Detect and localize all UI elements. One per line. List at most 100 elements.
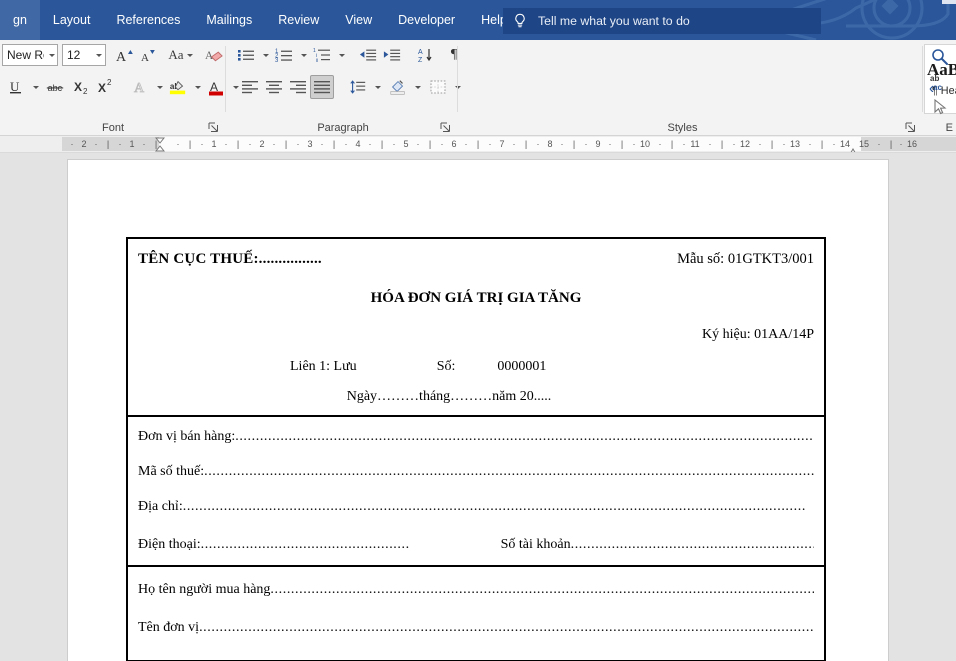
font-name-combo[interactable]: New Ro (2, 44, 58, 66)
bullets-button[interactable] (234, 43, 258, 67)
ribbon-tabs: gn Layout References Mailings Review Vie… (0, 0, 520, 40)
ruler-tick: | (666, 137, 678, 151)
underline-button[interactable]: U (4, 75, 28, 99)
change-case-button[interactable]: Aa (166, 43, 195, 67)
account-label: Số tài khoản (501, 537, 571, 553)
invoice-date-line: Ngày………tháng………năm 20..... (138, 389, 814, 415)
ruler-tick-label: 9 (592, 137, 604, 151)
ruler-tick: · (580, 137, 592, 151)
font-group: New Ro 12 A A Aa (0, 40, 226, 136)
underline-dropdown-arrow[interactable] (28, 75, 40, 99)
select-button[interactable] (926, 94, 954, 117)
subscript-button[interactable]: X2 (70, 75, 94, 99)
tab-view[interactable]: View (332, 0, 385, 40)
svg-text:3: 3 (275, 58, 279, 63)
align-right-button[interactable] (286, 75, 310, 99)
invoice-symbol: Ký hiệu: 01AA/14P (138, 327, 814, 343)
justify-button[interactable] (310, 75, 334, 99)
ruler-tick: | (816, 137, 828, 151)
ruler-tick: · (508, 137, 520, 151)
dotted-fill: ........................................… (270, 582, 814, 598)
ruler-tick-label: 1 (126, 137, 138, 151)
document-page[interactable]: TÊN CỤC THUẾ:................ Mẫu số: 01… (68, 160, 888, 661)
ruler-tick: · (138, 137, 150, 151)
first-line-indent-marker[interactable] (155, 137, 164, 143)
replace-icon: ab ac (929, 72, 951, 92)
svg-text:ii: ii (316, 58, 318, 63)
text-highlight-color-button[interactable]: ab (166, 75, 190, 99)
paragraph-group: 123 1iii (228, 40, 458, 136)
ruler-tick: · (654, 137, 666, 151)
field-phone-account: Điện thoại: ............................… (138, 537, 814, 565)
ruler-tick: · (873, 137, 885, 151)
bullets-dropdown-arrow[interactable] (258, 43, 270, 67)
ruler-tick-label: 11 (686, 137, 704, 151)
editing-group: ab ac E (926, 40, 956, 136)
ruler-tick: · (460, 137, 472, 151)
paragraph-dialog-launcher[interactable] (439, 121, 452, 134)
right-indent-marker[interactable] (848, 144, 857, 150)
numbering-dropdown-arrow[interactable] (296, 43, 308, 67)
ruler-tick: · (604, 137, 616, 151)
line-spacing-dropdown-arrow[interactable] (370, 75, 382, 99)
ruler-tick: | (328, 137, 340, 151)
horizontal-ruler[interactable]: · 2 · | · 1 · | · | · 1 · | · 2 · | · 3 … (0, 136, 956, 153)
styles-group: AaBbCcI ¶ Heading 1 AaBbCcI ¶ Normal AaB… (460, 40, 923, 136)
field-address: Địa chỉ: ...............................… (138, 499, 814, 515)
align-center-button[interactable] (262, 75, 286, 99)
tell-me-search-box[interactable]: Tell me what you want to do (503, 8, 821, 34)
ruler-tick: · (66, 137, 78, 151)
ruler-tick: · (316, 137, 328, 151)
ruler-tick: · (532, 137, 544, 151)
ruler-tick-label: 1 (208, 137, 220, 151)
styles-dialog-launcher[interactable] (904, 121, 917, 134)
clear-formatting-button[interactable]: A (201, 43, 226, 67)
text-effects-button[interactable]: A (128, 75, 152, 99)
multilevel-list-button[interactable]: 1iii (310, 43, 334, 67)
font-size-dropdown-arrow[interactable] (90, 45, 105, 65)
find-button[interactable] (926, 44, 954, 67)
tab-layout[interactable]: Layout (40, 0, 104, 40)
tab-developer[interactable]: Developer (385, 0, 468, 40)
field-label: Tên đơn vị (138, 620, 199, 636)
numbering-button[interactable]: 123 (272, 43, 296, 67)
borders-button[interactable] (426, 75, 450, 99)
ruler-tick: | (102, 137, 114, 151)
tab-mailings[interactable]: Mailings (193, 0, 265, 40)
ruler-tick: · (804, 137, 816, 151)
ruler-tick: | (716, 137, 728, 151)
replace-button[interactable]: ab ac (926, 69, 954, 92)
svg-text:A: A (418, 49, 423, 56)
tab-design-clipped[interactable]: gn (0, 0, 40, 40)
line-spacing-button[interactable] (346, 75, 370, 99)
decrease-indent-button[interactable] (356, 43, 380, 67)
invoice-number-value: 0000001 (497, 359, 546, 375)
increase-indent-button[interactable] (380, 43, 404, 67)
svg-text:X: X (98, 81, 106, 95)
ruler-tick-label: 12 (736, 137, 754, 151)
field-label: Địa chỉ: (138, 499, 183, 515)
sort-button[interactable]: A Z (414, 43, 438, 67)
tab-review[interactable]: Review (265, 0, 332, 40)
tab-references[interactable]: References (103, 0, 193, 40)
grow-font-button[interactable]: A (112, 43, 136, 67)
strikethrough-button[interactable]: abc (43, 75, 67, 99)
superscript-button[interactable]: X2 (94, 75, 118, 99)
font-size-combo[interactable]: 12 (62, 44, 106, 66)
font-name-dropdown-arrow[interactable] (44, 45, 57, 65)
font-group-label: Font (0, 122, 226, 134)
svg-text:X: X (74, 80, 82, 94)
shading-button[interactable] (386, 75, 410, 99)
shading-dropdown-arrow[interactable] (410, 75, 422, 99)
align-left-button[interactable] (238, 75, 262, 99)
highlight-dropdown-arrow[interactable] (190, 75, 202, 99)
text-effects-dropdown-arrow[interactable] (152, 75, 164, 99)
shrink-font-button[interactable]: A (136, 43, 160, 67)
field-buyer-name: Họ tên người mua hàng ..................… (138, 582, 814, 598)
document-canvas[interactable]: TÊN CỤC THUẾ:................ Mẫu số: 01… (0, 153, 956, 661)
ruler-tick-label: 8 (544, 137, 556, 151)
phone-label: Điện thoại: (138, 537, 201, 553)
multilevel-dropdown-arrow[interactable] (334, 43, 346, 67)
font-dialog-launcher[interactable] (207, 121, 220, 134)
ruler-tick: | (616, 137, 628, 151)
